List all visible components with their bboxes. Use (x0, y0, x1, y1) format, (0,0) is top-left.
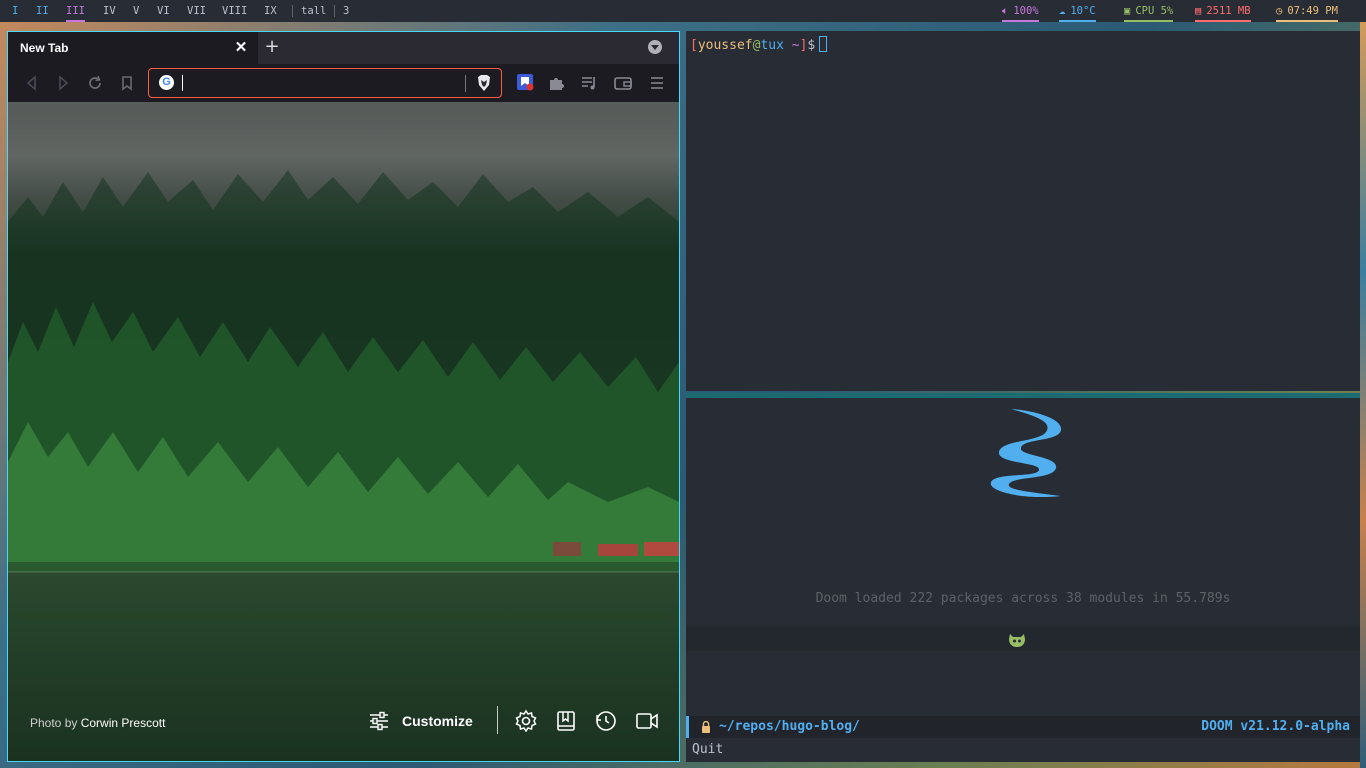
workspace-4[interactable]: IV (103, 0, 116, 22)
workspace-7[interactable]: VII (187, 0, 206, 22)
emacs-window[interactable]: Doom loaded 222 packages across 38 modul… (686, 398, 1360, 762)
playlist-icon[interactable] (579, 73, 599, 93)
browser-window: New Tab ✕ + G Photo by Corwin Prescott C… (7, 31, 680, 762)
minibuffer-message: Quit (692, 742, 724, 757)
divider (465, 75, 466, 92)
extensions-puzzle-icon[interactable] (547, 73, 567, 93)
bookmarks-icon[interactable] (554, 709, 578, 733)
status-bar: I II III IV V VI VII VIII IX tall 3 🔈︎ 10… (0, 0, 1366, 22)
history-icon[interactable] (594, 709, 618, 733)
workspace-6[interactable]: VI (157, 0, 170, 22)
url-input[interactable] (185, 72, 459, 96)
wallet-extension-icon[interactable] (515, 72, 535, 92)
wallpaper-edge (1360, 22, 1366, 768)
memory-icon: ▤ (1195, 5, 1202, 17)
prompt-dir: ~ (783, 38, 800, 53)
navigation-toolbar: G (8, 64, 679, 102)
menu-icon[interactable] (647, 73, 667, 93)
modeline-indicator (686, 716, 689, 738)
clock-icon: ◷ (1276, 5, 1283, 17)
clock-value: 07:49 PM (1287, 5, 1338, 17)
google-search-icon: G (159, 75, 174, 90)
workspace-9[interactable]: IX (264, 0, 277, 22)
cpu-value: CPU 5% (1135, 5, 1174, 17)
emacs-logo-icon (990, 409, 1062, 498)
new-tab-page: Photo by Corwin Prescott Customize (8, 102, 679, 761)
new-tab-button[interactable]: + (262, 36, 282, 58)
dashboard-loaded-message: Doom loaded 222 packages across 38 modul… (815, 591, 1231, 606)
tab-list-dropdown-icon[interactable] (648, 40, 662, 54)
workspace-3[interactable]: III (66, 0, 85, 22)
clock-widget[interactable]: ◷ 07:49 PM (1276, 0, 1338, 22)
forward-icon[interactable] (53, 73, 73, 93)
separator (334, 5, 335, 17)
volume-widget[interactable]: 🔈︎ 100% (1002, 0, 1039, 22)
video-camera-icon[interactable] (635, 709, 659, 733)
memory-widget[interactable]: ▤ 2511 MB (1195, 0, 1251, 22)
terminal-cursor (819, 36, 828, 52)
tab-new-tab[interactable]: New Tab ✕ (8, 32, 258, 64)
separator (292, 5, 293, 17)
close-tab-icon[interactable]: ✕ (233, 38, 249, 56)
shell-prompt: [youssef@tux ~]$ (690, 36, 828, 53)
prompt-bracket: [ (690, 38, 698, 53)
sliders-icon (370, 711, 388, 731)
window-count: 3 (343, 5, 350, 17)
brave-shields-icon[interactable] (476, 74, 492, 92)
workspace-8[interactable]: VIII (222, 0, 247, 22)
cloud-icon: ☁︎ (1059, 5, 1066, 17)
text-cursor (182, 75, 183, 91)
modeline: ~/repos/hugo-blog/ DOOM v21.12.0-alpha (686, 716, 1360, 738)
customize-label: Customize (402, 713, 473, 729)
workspace-1[interactable]: I (12, 0, 18, 22)
doom-version: DOOM v21.12.0-alpha (1201, 719, 1350, 734)
prompt-host: tux (760, 38, 784, 53)
terminal-window[interactable]: [youssef@tux ~]$ (686, 31, 1360, 391)
weather-widget[interactable]: ☁︎ 10°C (1059, 0, 1096, 22)
volume-value: 100% (1013, 5, 1039, 17)
cpu-widget[interactable]: ▣ CPU 5% (1124, 0, 1174, 22)
speaker-icon: 🔈︎ (1002, 5, 1009, 17)
back-icon[interactable] (22, 73, 42, 93)
prompt-user: youssef (697, 38, 753, 53)
buffer-path: ~/repos/hugo-blog/ (719, 719, 860, 734)
workspace-5[interactable]: V (133, 0, 139, 22)
memory-value: 2511 MB (1206, 5, 1251, 17)
tab-strip: New Tab ✕ + (8, 32, 679, 64)
crypto-wallet-icon[interactable] (613, 73, 633, 93)
github-octocat-icon[interactable] (1007, 632, 1027, 648)
photo-credit-prefix: Photo by (30, 716, 78, 730)
address-bar[interactable]: G (148, 68, 502, 98)
weather-value: 10°C (1070, 5, 1096, 17)
tab-title: New Tab (20, 41, 69, 55)
bookmark-icon[interactable] (117, 73, 137, 93)
photographer-link[interactable]: Corwin Prescott (81, 716, 166, 730)
workspace-2[interactable]: II (36, 0, 49, 22)
photo-credit: Photo by Corwin Prescott (30, 716, 165, 730)
fog-overlay (8, 102, 679, 252)
prompt-symbol: $ (807, 38, 816, 53)
layout-indicator[interactable]: tall (301, 0, 326, 22)
divider (497, 706, 498, 734)
reload-icon[interactable] (85, 73, 105, 93)
cpu-icon: ▣ (1124, 5, 1131, 17)
settings-gear-icon[interactable] (514, 709, 538, 733)
lock-icon (702, 721, 710, 733)
